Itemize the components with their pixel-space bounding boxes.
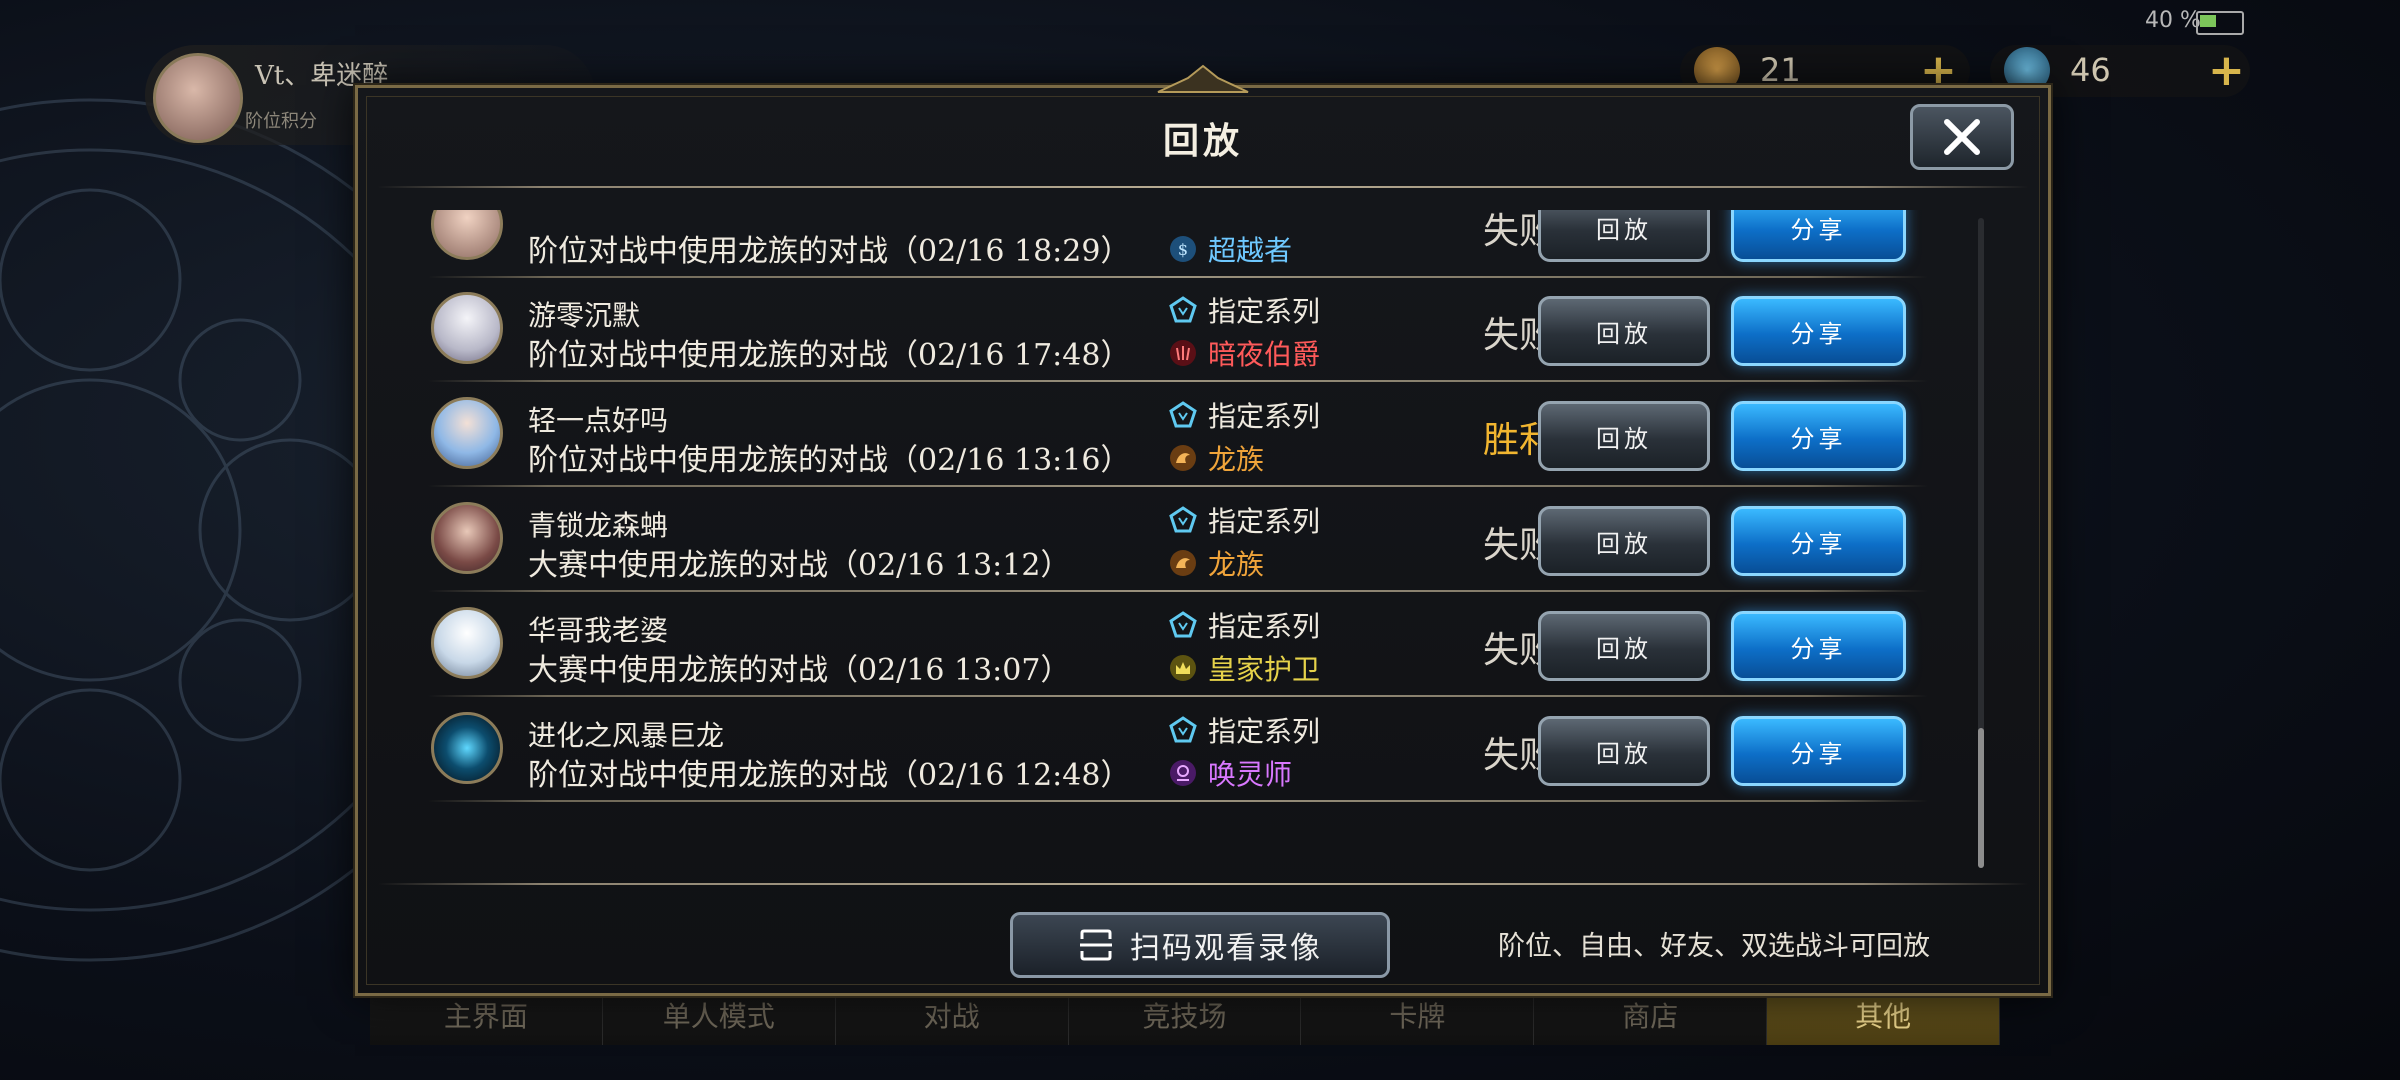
replay-row: 青锁龙森蚺 大赛中使用龙族的对战（02/16 13:12） 指定系列 龙族 失败… bbox=[398, 488, 1958, 592]
opponent-class-label: 龙族 bbox=[1208, 548, 1265, 581]
deck-format: 指定系列 bbox=[1168, 607, 1320, 643]
footer-divider bbox=[378, 883, 2028, 885]
replay-row: 华哥我老婆 大赛中使用龙族的对战（02/16 13:07） 指定系列 皇家护卫 … bbox=[398, 593, 1958, 697]
share-button[interactable]: 分享 bbox=[1731, 296, 1906, 366]
opponent-class-label: 龙族 bbox=[1208, 443, 1265, 476]
deck-format-label: 指定系列 bbox=[1208, 715, 1321, 748]
replay-button[interactable]: 回放 bbox=[1538, 716, 1710, 786]
opponent-name: 华哥我老婆 bbox=[528, 614, 669, 647]
title-divider bbox=[378, 186, 2028, 188]
replay-modal: 回放 阶位对战中使用龙族的对战（02/16 18:29） $ 超越者 失败 回放… bbox=[355, 64, 2051, 996]
dragon-class-icon bbox=[1170, 445, 1196, 471]
deck-format-label: 指定系列 bbox=[1208, 505, 1321, 538]
rotation-format-icon bbox=[1169, 296, 1197, 323]
shadowcraft-class-icon bbox=[1170, 760, 1196, 786]
match-description: 阶位对战中使用龙族的对战（02/16 18:29） bbox=[528, 234, 1131, 269]
close-button[interactable] bbox=[1910, 104, 2014, 170]
opponent-avatar bbox=[431, 712, 503, 784]
rotation-format-icon bbox=[1169, 716, 1197, 743]
replay-button[interactable]: 回放 bbox=[1538, 401, 1710, 471]
replay-list-scrollbar[interactable] bbox=[1978, 218, 1984, 868]
replay-row: 游零沉默 阶位对战中使用龙族的对战（02/16 17:48） 指定系列 暗夜伯爵… bbox=[398, 278, 1958, 382]
opponent-name: 青锁龙森蚺 bbox=[528, 509, 669, 542]
ornament-icon bbox=[1157, 64, 1249, 93]
deck-format-label: 指定系列 bbox=[1208, 610, 1321, 643]
opponent-class-label: 唤灵师 bbox=[1208, 758, 1293, 791]
opponent-avatar bbox=[431, 210, 503, 260]
replay-button[interactable]: 回放 bbox=[1538, 506, 1710, 576]
opponent-class-label: 暗夜伯爵 bbox=[1208, 338, 1321, 371]
opponent-name: 游零沉默 bbox=[528, 299, 641, 332]
deck-format: 指定系列 bbox=[1168, 712, 1320, 748]
replay-row: 进化之风暴巨龙 阶位对战中使用龙族的对战（02/16 12:48） 指定系列 唤… bbox=[398, 698, 1958, 802]
replay-row: 轻一点好吗 阶位对战中使用龙族的对战（02/16 13:16） 指定系列 龙族 … bbox=[398, 383, 1958, 487]
modal-title: 回放 bbox=[1162, 120, 1243, 162]
match-description: 阶位对战中使用龙族的对战（02/16 13:16） bbox=[528, 443, 1131, 478]
battery-icon bbox=[2196, 11, 2244, 35]
share-button[interactable]: 分享 bbox=[1731, 611, 1906, 681]
replay-hint: 阶位、自由、好友、双选战斗可回放 bbox=[1498, 931, 1930, 962]
opponent-avatar bbox=[431, 502, 503, 574]
opponent-class: $ 超越者 bbox=[1168, 231, 1292, 267]
deck-format: 指定系列 bbox=[1168, 397, 1320, 433]
opponent-class: 暗夜伯爵 bbox=[1168, 335, 1320, 371]
replay-row: 阶位对战中使用龙族的对战（02/16 18:29） $ 超越者 失败 回放 分享 bbox=[398, 210, 1958, 278]
close-icon bbox=[1944, 119, 1980, 155]
svg-text:$: $ bbox=[1178, 240, 1188, 259]
add-crystal-button[interactable]: + bbox=[2208, 45, 2245, 96]
gold-value: 21 bbox=[1760, 51, 1801, 89]
row-divider bbox=[428, 695, 1928, 697]
battery-status: 40 % bbox=[2145, 8, 2201, 33]
deck-format: 指定系列 bbox=[1168, 292, 1320, 328]
share-button[interactable]: 分享 bbox=[1731, 210, 1906, 262]
share-button[interactable]: 分享 bbox=[1731, 716, 1906, 786]
rotation-format-icon bbox=[1169, 611, 1197, 638]
opponent-class-label: 超越者 bbox=[1208, 234, 1293, 267]
opponent-name: 轻一点好吗 bbox=[528, 404, 669, 437]
opponent-class: 龙族 bbox=[1168, 440, 1264, 476]
row-divider bbox=[428, 380, 1928, 382]
share-button[interactable]: 分享 bbox=[1731, 506, 1906, 576]
player-avatar bbox=[153, 53, 243, 143]
rotation-format-icon bbox=[1169, 506, 1197, 533]
vampire-class-icon bbox=[1170, 340, 1196, 366]
scan-button-label: 扫码观看录像 bbox=[1130, 931, 1322, 966]
opponent-class-label: 皇家护卫 bbox=[1208, 653, 1321, 686]
opponent-class: 唤灵师 bbox=[1168, 755, 1292, 791]
row-divider bbox=[428, 590, 1928, 592]
deck-format-label: 指定系列 bbox=[1208, 295, 1321, 328]
dragon-class-icon bbox=[1170, 550, 1196, 576]
match-description: 阶位对战中使用龙族的对战（02/16 17:48） bbox=[528, 338, 1131, 373]
royal-guard-class-icon bbox=[1170, 655, 1196, 681]
replay-list[interactable]: 阶位对战中使用龙族的对战（02/16 18:29） $ 超越者 失败 回放 分享… bbox=[398, 210, 1968, 870]
match-description: 大赛中使用龙族的对战（02/16 13:07） bbox=[528, 653, 1071, 688]
replay-button[interactable]: 回放 bbox=[1538, 296, 1710, 366]
opponent-class: 皇家护卫 bbox=[1168, 650, 1320, 686]
opponent-class: 龙族 bbox=[1168, 545, 1264, 581]
row-divider bbox=[428, 485, 1928, 487]
opponent-avatar bbox=[431, 397, 503, 469]
match-description: 阶位对战中使用龙族的对战（02/16 12:48） bbox=[528, 758, 1131, 793]
scan-to-watch-button[interactable]: 扫码观看录像 bbox=[1010, 912, 1390, 978]
share-button[interactable]: 分享 bbox=[1731, 401, 1906, 471]
scrollbar-thumb[interactable] bbox=[1978, 728, 1984, 868]
replay-button[interactable]: 回放 bbox=[1538, 611, 1710, 681]
scan-icon bbox=[1080, 929, 1112, 961]
deck-format-label: 指定系列 bbox=[1208, 400, 1321, 433]
opponent-avatar bbox=[431, 607, 503, 679]
deck-format: 指定系列 bbox=[1168, 502, 1320, 538]
rotation-format-icon bbox=[1169, 401, 1197, 428]
match-description: 大赛中使用龙族的对战（02/16 13:12） bbox=[528, 548, 1071, 583]
opponent-name: 进化之风暴巨龙 bbox=[528, 719, 725, 752]
replay-button[interactable]: 回放 bbox=[1538, 210, 1710, 262]
player-rank: 阶位积分 bbox=[245, 111, 317, 132]
row-divider bbox=[428, 800, 1928, 802]
game-screen: Vt、卑迷醉 阶位积分 40 % 21 + 46 + 主界面 单人模式 对战 竞… bbox=[0, 0, 2400, 1080]
crystal-value: 46 bbox=[2070, 51, 2111, 89]
transcendent-class-icon: $ bbox=[1170, 236, 1196, 262]
opponent-avatar bbox=[431, 292, 503, 364]
